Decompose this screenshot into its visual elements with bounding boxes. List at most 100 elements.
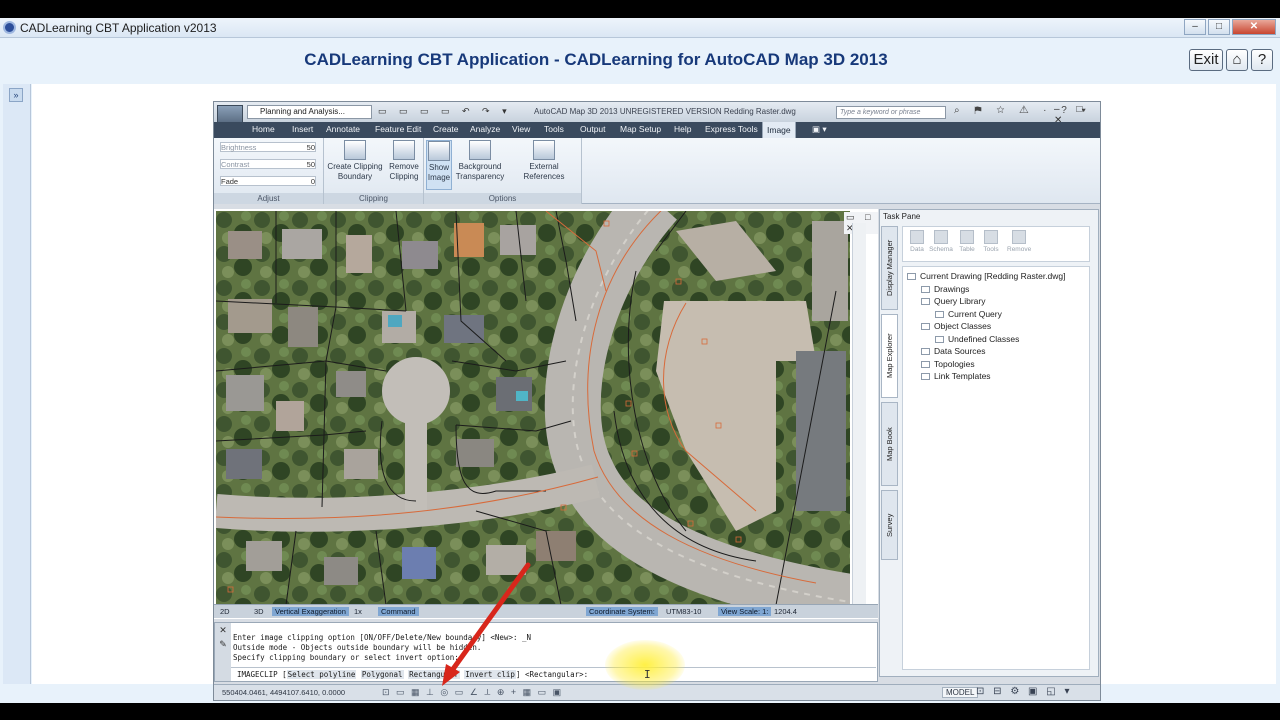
quick-access-toolbar[interactable]: ▭ ▭ ▭ ▭ ↶ ↷ ▾ bbox=[378, 106, 512, 117]
schema-tool[interactable]: Schema bbox=[929, 230, 953, 253]
home-button[interactable]: ⌂ bbox=[1226, 49, 1248, 71]
tab-display-manager[interactable]: Display Manager bbox=[881, 226, 898, 310]
workspace-dropdown[interactable]: Planning and Analysis... bbox=[247, 105, 372, 119]
ribbon-tabs: Home Insert Annotate Feature Edit Create… bbox=[214, 122, 1100, 138]
aerial-raster-image[interactable] bbox=[216, 211, 850, 605]
data-tool[interactable]: Data bbox=[905, 230, 929, 253]
tab-map-book[interactable]: Map Book bbox=[881, 402, 898, 486]
tree-label: Query Library bbox=[934, 296, 986, 306]
status-tray-icons[interactable]: ⊡ ⊟ ⚙ ▣ ◱ ▾ bbox=[976, 686, 1073, 697]
tab-view[interactable]: View bbox=[512, 124, 530, 134]
show-image-button[interactable]: Show Image bbox=[426, 140, 452, 190]
contrast-value: 50 bbox=[306, 160, 315, 169]
tree-item-object-classes[interactable]: Object Classes bbox=[921, 321, 991, 331]
view-scale-label[interactable]: View Scale: 1: bbox=[718, 607, 772, 616]
coordinate-system-label[interactable]: Coordinate System: bbox=[586, 607, 658, 616]
tree-label: Link Templates bbox=[934, 371, 991, 381]
tab-insert[interactable]: Insert bbox=[292, 124, 313, 134]
cursor-highlight bbox=[605, 640, 685, 690]
tab-annotate[interactable]: Annotate bbox=[326, 124, 360, 134]
schema-tool-label: Schema bbox=[929, 246, 953, 253]
tab-image[interactable]: Image bbox=[762, 122, 796, 138]
close-button[interactable]: ✕ bbox=[1232, 19, 1276, 35]
panel-title-options: Options bbox=[424, 193, 581, 204]
drafting-settings-toggles[interactable]: ⊡ ▭ ▦ ⊥ ◎ ▭ ∠ ⟂ ⊕ + ▦ ▭ ▣ bbox=[382, 687, 563, 698]
tab-overflow[interactable]: ▣ ▾ bbox=[812, 124, 827, 135]
tab-feature-edit[interactable]: Feature Edit bbox=[375, 124, 421, 134]
tab-map-explorer[interactable]: Map Explorer bbox=[881, 314, 898, 398]
view-3d-toggle[interactable]: 3D bbox=[254, 607, 264, 616]
vertical-exaggeration-value[interactable]: 1x bbox=[354, 607, 362, 616]
background-label-2: Transparency bbox=[455, 172, 505, 181]
background-label-1: Background bbox=[458, 162, 502, 171]
schema-icon bbox=[934, 230, 948, 244]
tools-tool[interactable]: Tools bbox=[979, 230, 1003, 253]
tree-label: Current Query bbox=[948, 309, 1002, 319]
window-titlebar: CADLearning CBT Application v2013 – □ ✕ bbox=[0, 18, 1280, 38]
remove-clipping-label-1: Remove bbox=[389, 162, 419, 171]
table-tool[interactable]: Table bbox=[955, 230, 979, 253]
table-icon bbox=[960, 230, 974, 244]
data-icon bbox=[910, 230, 924, 244]
show-image-label-1: Show bbox=[428, 163, 449, 172]
tab-output[interactable]: Output bbox=[580, 124, 606, 134]
command-status-label[interactable]: Command bbox=[378, 607, 419, 616]
option-invert-clip[interactable]: Invert clip bbox=[464, 670, 516, 679]
option-select-polyline[interactable]: Select polyline bbox=[286, 670, 357, 679]
fade-slider[interactable]: Fade 0 bbox=[220, 176, 316, 186]
expand-panel-icon[interactable]: » bbox=[9, 88, 23, 102]
task-pane: Task Pane Display Manager Map Explorer M… bbox=[879, 209, 1099, 677]
tree-item-query-library[interactable]: Query Library bbox=[921, 296, 986, 306]
tab-analyze[interactable]: Analyze bbox=[470, 124, 500, 134]
external-references-button[interactable]: External References bbox=[508, 140, 580, 182]
ribbon: Brightness 50 Contrast 50 Fade 0 Adjust … bbox=[214, 138, 1100, 204]
brightness-label: Brightness bbox=[221, 143, 257, 152]
command-input[interactable]: IMAGECLIP [Select polyline Polygonal Rec… bbox=[231, 667, 876, 681]
table-tool-label: Table bbox=[959, 246, 975, 253]
tree-item-current-query[interactable]: Current Query bbox=[935, 309, 1002, 319]
external-references-label: External References bbox=[523, 162, 565, 181]
tab-home[interactable]: Home bbox=[252, 124, 275, 134]
view-scale-value[interactable]: 1204.4 bbox=[774, 607, 797, 616]
remove-tool[interactable]: Remove bbox=[1007, 230, 1031, 253]
panel-title-clipping: Clipping bbox=[324, 193, 423, 204]
remove-tool-label: Remove bbox=[1007, 246, 1032, 253]
tab-tools[interactable]: Tools bbox=[544, 124, 564, 134]
drawing-icon bbox=[907, 273, 916, 281]
tree-item-undefined-classes[interactable]: Undefined Classes bbox=[935, 334, 1019, 344]
vertical-scrollbar[interactable] bbox=[852, 223, 866, 605]
search-input[interactable]: Type a keyword or phrase bbox=[836, 106, 946, 119]
tab-help[interactable]: Help bbox=[674, 124, 691, 134]
remove-clipping-label-2: Clipping bbox=[389, 172, 419, 181]
coordinate-system-value[interactable]: UTM83-10 bbox=[666, 607, 701, 616]
task-pane-title: Task Pane bbox=[883, 212, 921, 221]
command-window-controls[interactable]: ✕ ✎ bbox=[215, 623, 231, 681]
option-polygonal[interactable]: Polygonal bbox=[360, 670, 404, 679]
tab-map-setup[interactable]: Map Setup bbox=[620, 124, 661, 134]
tree-item-topologies[interactable]: Topologies bbox=[921, 359, 975, 369]
view-2d-toggle[interactable]: 2D bbox=[220, 607, 230, 616]
minimize-button[interactable]: – bbox=[1184, 19, 1206, 35]
exit-button[interactable]: Exit bbox=[1189, 49, 1223, 71]
tree-item-drawings[interactable]: Drawings bbox=[921, 284, 969, 294]
help-button[interactable]: ? bbox=[1251, 49, 1273, 71]
contrast-slider[interactable]: Contrast 50 bbox=[220, 159, 316, 169]
option-rectangular[interactable]: Rectangular bbox=[408, 670, 460, 679]
clip-boundary-icon bbox=[344, 140, 366, 160]
drawing-area[interactable]: ▭ □ ✕ bbox=[214, 209, 878, 619]
maximize-button[interactable]: □ bbox=[1208, 19, 1230, 35]
folder-icon bbox=[921, 348, 930, 356]
brightness-slider[interactable]: Brightness 50 bbox=[220, 142, 316, 152]
tab-create[interactable]: Create bbox=[433, 124, 459, 134]
tab-survey[interactable]: Survey bbox=[881, 490, 898, 560]
remove-clipping-button[interactable]: Remove Clipping bbox=[386, 140, 422, 182]
tab-express-tools[interactable]: Express Tools bbox=[705, 124, 758, 134]
autocad-title: AutoCAD Map 3D 2013 UNREGISTERED VERSION… bbox=[534, 107, 796, 116]
vertical-exaggeration-label[interactable]: Vertical Exaggeration bbox=[272, 607, 349, 616]
tree-item-link-templates[interactable]: Link Templates bbox=[921, 371, 991, 381]
create-clipping-boundary-button[interactable]: Create Clipping Boundary bbox=[326, 140, 384, 182]
tree-item-current-drawing[interactable]: Current Drawing [Redding Raster.dwg] bbox=[907, 271, 1066, 281]
model-space-button[interactable]: MODEL bbox=[942, 687, 979, 698]
background-transparency-button[interactable]: Background Transparency bbox=[454, 140, 506, 182]
tree-item-data-sources[interactable]: Data Sources bbox=[921, 346, 986, 356]
